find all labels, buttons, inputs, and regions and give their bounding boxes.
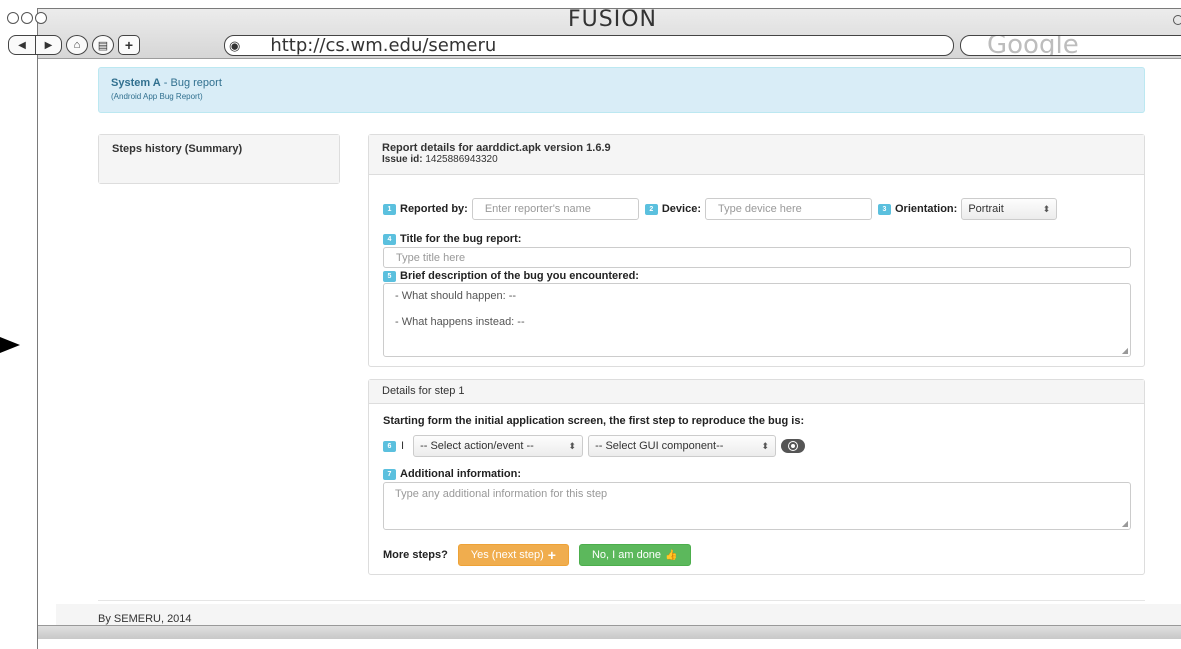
browser-titlebar: FUSION ◀ ▶ ⌂ ▤ + ◉ http://cs.wm.edu/seme… [7,7,1181,59]
step-action-row: 6 I -- Select action/event -- ⬍ -- Selec… [383,435,806,457]
print-icon[interactable]: ▤ [92,35,114,55]
plus-icon: + [547,547,556,563]
step-number-badge: 3 [877,203,891,215]
additional-info-label: Additional information: [400,468,521,480]
step-details-panel: Details for step 1 Starting form the ini… [368,379,1145,575]
description-textarea[interactable]: - What should happen: -- - What happens … [383,283,1131,357]
device-input[interactable]: Type device here [704,198,872,220]
select-arrows-icon: ⬍ [1042,203,1051,214]
report-details-panel: Report details for aarddict.apk version … [368,134,1145,367]
reported-by-label: Reported by: [400,203,468,215]
footer-divider [98,600,1145,601]
resize-handle-icon[interactable]: ◢ [1122,346,1128,355]
search-placeholder: Google [987,35,1079,56]
select-arrows-icon: ⬍ [761,440,770,451]
next-step-button[interactable]: Yes (next step) + [457,544,569,566]
system-name: System A [111,77,161,89]
new-tab-icon[interactable]: + [118,35,140,55]
browser-status-bar [38,625,1181,639]
gui-component-value: -- Select GUI component-- [595,440,724,452]
bug-title-label: Title for the bug report: [400,233,522,245]
back-forward-buttons: ◀ ▶ [8,35,62,55]
steps-history-heading: Steps history (Summary) [99,135,339,183]
home-icon[interactable]: ⌂ [66,35,88,55]
app-info-banner: System A - Bug report (Android App Bug R… [98,67,1145,113]
more-steps-label: More steps? [383,549,448,561]
issue-id-value: 1425886943320 [422,154,498,165]
done-button[interactable]: No, I am done 👍 [578,544,691,566]
step-number-badge: 5 [383,270,396,282]
description-line-expected: - What should happen: -- [395,290,517,302]
search-bar[interactable]: Google [960,35,1181,56]
thumbs-up-icon: 👍 [665,549,678,561]
done-label: No, I am done [591,549,662,561]
description-line-actual: - What happens instead: -- [395,316,525,328]
forward-icon[interactable]: ▶ [35,36,61,54]
orientation-select[interactable]: Portrait ⬍ [961,198,1058,220]
back-icon[interactable]: ◀ [9,36,35,54]
step-number-badge: 4 [383,233,396,245]
select-arrows-icon: ⬍ [568,440,577,451]
issue-id-label: Issue id: [382,154,423,165]
browser-nav: ◀ ▶ ⌂ ▤ + [8,35,140,55]
bug-title-input[interactable]: Type title here [383,247,1131,268]
action-event-value: -- Select action/event -- [420,440,534,452]
step-number-badge: 6 [383,440,396,452]
window-title: FUSION [568,7,657,32]
minimize-window-icon[interactable] [21,12,33,24]
more-steps-row: More steps? Yes (next step) + No, I am d… [383,544,691,566]
additional-info-placeholder: Type any additional information for this… [395,488,608,500]
orientation-value: Portrait [968,203,1004,215]
footer-text: By SEMERU, 2014 [98,613,192,625]
pointer-arrow-icon [0,337,20,353]
device-label: Device: [661,203,701,215]
report-heading: Report details for aarddict.apk version … [382,142,611,154]
eye-icon[interactable] [781,439,806,453]
additional-info-textarea[interactable]: Type any additional information for this… [383,482,1131,530]
globe-icon: ◉ [229,37,241,53]
orientation-label: Orientation: [894,203,958,215]
gui-component-select[interactable]: -- Select GUI component-- ⬍ [588,435,777,457]
step-number-badge: 2 [644,203,658,215]
banner-title: - Bug report [160,77,222,89]
next-step-label: Yes (next step) [470,549,544,561]
page-content: System A - Bug report (Android App Bug R… [38,60,1181,649]
browser-window: FUSION ◀ ▶ ⌂ ▤ + ◉ http://cs.wm.edu/seme… [7,7,1181,649]
subject-label: I [401,440,405,452]
step-heading: Details for step 1 [369,380,1144,404]
url-text: http://cs.wm.edu/semeru [270,35,497,56]
close-window-icon[interactable] [7,12,19,24]
step-instructions: Starting form the initial application sc… [383,415,805,427]
description-label: Brief description of the bug you encount… [400,270,639,282]
reporter-row: 1 Reported by: Enter reporter's name 2 D… [383,198,1058,220]
banner-subtitle: (Android App Bug Report) [111,92,203,101]
resize-handle-icon[interactable]: ◢ [1122,519,1128,528]
step-number-badge: 7 [383,468,396,480]
action-event-select[interactable]: -- Select action/event -- ⬍ [413,435,584,457]
step-number-badge: 1 [383,203,396,215]
steps-history-panel: Steps history (Summary) [98,134,340,184]
window-toolbar-toggle-icon[interactable] [1173,15,1181,25]
reporter-name-input[interactable]: Enter reporter's name [471,198,639,220]
address-bar[interactable]: ◉ http://cs.wm.edu/semeru [224,35,954,56]
